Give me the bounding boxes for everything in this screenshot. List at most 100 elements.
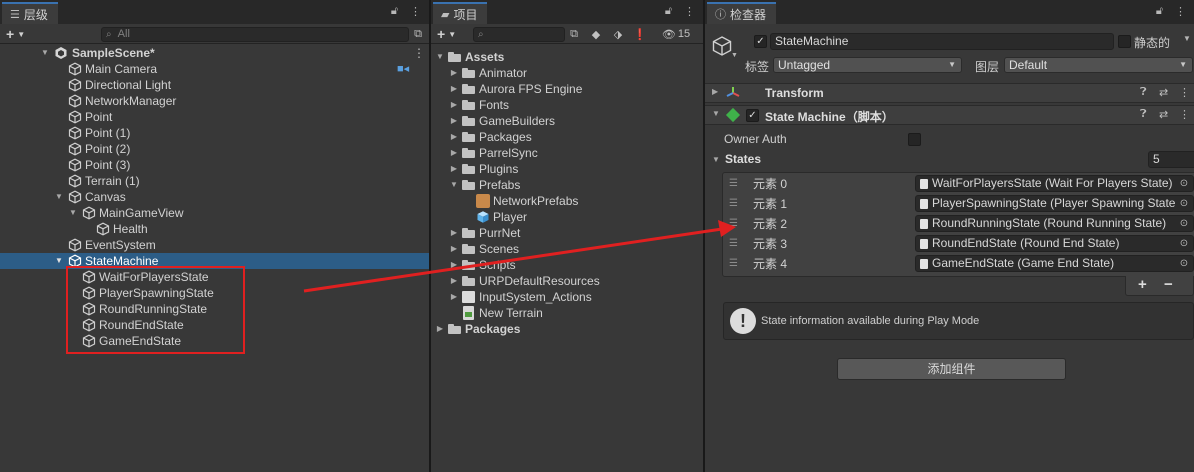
object-picker-icon[interactable]: ⊙	[1175, 196, 1193, 211]
hierarchy-item-main-game-view[interactable]: ▼ MainGameView	[0, 205, 429, 221]
hierarchy-item-main-camera[interactable]: Main Camera ■◂	[0, 61, 429, 77]
drag-handle-icon[interactable]: ☰	[729, 216, 738, 232]
more-menu-icon[interactable]: ⋮	[684, 5, 695, 18]
search-by-label-icon[interactable]: ◆	[588, 26, 604, 42]
tab-project[interactable]: ▰ 项目	[433, 2, 488, 24]
scene-more-icon[interactable]: ⋮	[413, 45, 425, 61]
more-menu-icon[interactable]: ⋮	[410, 5, 421, 18]
project-item-fonts[interactable]: ▶ Fonts	[431, 97, 703, 113]
layer-dropdown[interactable]: Default ▼	[1004, 57, 1193, 73]
expand-arrow-icon[interactable]: ▶	[449, 241, 459, 257]
expand-arrow-icon[interactable]: ▶	[712, 87, 718, 96]
fold-arrow-icon[interactable]: ▼	[712, 109, 720, 118]
drag-handle-icon[interactable]: ☰	[729, 176, 738, 192]
drag-handle-icon[interactable]: ☰	[729, 256, 738, 272]
expand-arrow-icon[interactable]: ▶	[449, 257, 459, 273]
hierarchy-item-point-2[interactable]: Point (2)	[0, 141, 429, 157]
add-component-button[interactable]: 添加组件	[837, 358, 1066, 380]
help-icon[interactable]: ❓︎	[1140, 108, 1147, 121]
fold-arrow-icon[interactable]: ▼	[54, 253, 64, 269]
fold-arrow-icon[interactable]: ▼	[40, 45, 50, 61]
tab-hierarchy[interactable]: ☰ 层级	[2, 2, 58, 24]
object-name-input[interactable]: StateMachine	[770, 33, 1114, 50]
expand-arrow-icon[interactable]: ▶	[449, 129, 459, 145]
hierarchy-item-point-1[interactable]: Point (1)	[0, 125, 429, 141]
hierarchy-item-canvas[interactable]: ▼ Canvas	[0, 189, 429, 205]
lock-icon[interactable]: 🔓︎	[1156, 5, 1163, 18]
tag-icon[interactable]: ⬗	[610, 26, 626, 42]
expand-arrow-icon[interactable]: ▶	[449, 113, 459, 129]
project-item-packages-folder[interactable]: ▶ Packages	[431, 129, 703, 145]
project-item-aurora-fps-engine[interactable]: ▶ Aurora FPS Engine	[431, 81, 703, 97]
project-item-plugins[interactable]: ▶ Plugins	[431, 161, 703, 177]
scene-row[interactable]: ▼ SampleScene* ⋮	[0, 45, 429, 61]
fold-arrow-icon[interactable]: ▼	[435, 49, 445, 65]
icon-dropdown-chevron-icon[interactable]: ▼	[731, 52, 738, 59]
help-icon[interactable]: ❓︎	[1140, 86, 1147, 99]
project-item-urpdefaultresources[interactable]: ▶ URPDefaultResources	[431, 273, 703, 289]
drag-handle-icon[interactable]: ☰	[729, 236, 738, 252]
object-picker-icon[interactable]: ⊙	[1175, 176, 1193, 191]
project-item-assets[interactable]: ▼ Assets	[431, 49, 703, 65]
transform-component-header[interactable]: ▶ Transform ❓︎ ⇄ ⋮	[705, 83, 1194, 103]
hierarchy-item-network-manager[interactable]: NetworkManager	[0, 93, 429, 109]
element-object-field[interactable]: PlayerSpawningState (Player Spawning Sta…	[915, 195, 1194, 212]
expand-arrow-icon[interactable]: ▶	[449, 161, 459, 177]
preset-icon[interactable]: ⇄	[1159, 86, 1168, 99]
project-item-scripts[interactable]: ▶ Scripts	[431, 257, 703, 273]
hierarchy-item-health[interactable]: Health	[0, 221, 429, 237]
hierarchy-item-terrain-1[interactable]: Terrain (1)	[0, 173, 429, 189]
element-object-field[interactable]: GameEndState (Game End State) ⊙	[915, 255, 1194, 272]
object-picker-icon[interactable]: ⊙	[1175, 216, 1193, 231]
remove-element-button[interactable]: −	[1164, 276, 1173, 293]
preset-icon[interactable]: ⇄	[1159, 108, 1168, 121]
expand-arrow-icon[interactable]: ▶	[449, 273, 459, 289]
hierarchy-item-event-system[interactable]: EventSystem	[0, 237, 429, 253]
project-item-parrelsync[interactable]: ▶ ParrelSync	[431, 145, 703, 161]
project-item-inputsystem-actions[interactable]: ▶ InputSystem_Actions	[431, 289, 703, 305]
create-asset-button[interactable]: + ▼	[437, 26, 456, 42]
lock-icon[interactable]: 🔓︎	[391, 5, 398, 18]
project-item-packages-root[interactable]: ▶ Packages	[431, 321, 703, 337]
component-enabled-checkbox[interactable]: ✓	[746, 109, 759, 122]
hidden-packages-toggle[interactable]: 👁︎ 15	[653, 26, 699, 42]
owner-auth-checkbox[interactable]	[908, 133, 921, 146]
expand-arrow-icon[interactable]: ▶	[449, 225, 459, 241]
project-item-player[interactable]: Player	[431, 209, 703, 225]
element-object-field[interactable]: RoundRunningState (Round Running State) …	[915, 215, 1194, 232]
project-item-new-terrain[interactable]: New Terrain	[431, 305, 703, 321]
scene-visibility-icon[interactable]: ⧉	[410, 26, 426, 42]
states-size-input[interactable]: 5	[1148, 151, 1194, 168]
hierarchy-search-input[interactable]: ⌕ All	[101, 27, 409, 42]
state-machine-component-header[interactable]: ▼ ✓ State Machine（脚本） ❓︎ ⇄ ⋮	[705, 105, 1194, 125]
search-by-type-icon[interactable]: ⧉	[566, 26, 582, 42]
static-checkbox[interactable]	[1118, 35, 1131, 48]
expand-arrow-icon[interactable]: ▶	[449, 145, 459, 161]
project-item-prefabs[interactable]: ▼ Prefabs	[431, 177, 703, 193]
hierarchy-item-point-3[interactable]: Point (3)	[0, 157, 429, 173]
component-menu-icon[interactable]: ⋮	[1179, 108, 1190, 121]
static-dropdown-chevron-icon[interactable]: ▼	[1183, 34, 1191, 43]
drag-handle-icon[interactable]: ☰	[729, 196, 738, 212]
info-icon[interactable]: ❗	[632, 26, 648, 42]
expand-arrow-icon[interactable]: ▶	[449, 81, 459, 97]
tag-dropdown[interactable]: Untagged ▼	[773, 57, 962, 73]
project-item-scenes[interactable]: ▶ Scenes	[431, 241, 703, 257]
project-item-purrnet[interactable]: ▶ PurrNet	[431, 225, 703, 241]
expand-arrow-icon[interactable]: ▶	[449, 65, 459, 81]
lock-icon[interactable]: 🔓︎	[665, 5, 672, 18]
project-search-input[interactable]: ⌕	[473, 27, 565, 42]
fold-arrow-icon[interactable]: ▼	[68, 205, 78, 221]
project-item-networkprefabs[interactable]: NetworkPrefabs	[431, 193, 703, 209]
create-button[interactable]: + ▼	[6, 26, 25, 42]
expand-arrow-icon[interactable]: ▶	[449, 289, 459, 305]
hierarchy-item-point[interactable]: Point	[0, 109, 429, 125]
component-menu-icon[interactable]: ⋮	[1179, 86, 1190, 99]
expand-arrow-icon[interactable]: ▶	[449, 97, 459, 113]
element-object-field[interactable]: RoundEndState (Round End State) ⊙	[915, 235, 1194, 252]
fold-arrow-icon[interactable]: ▼	[54, 189, 64, 205]
tab-inspector[interactable]: ⓘ 检查器	[707, 2, 777, 24]
active-checkbox[interactable]: ✓	[754, 35, 767, 48]
fold-arrow-icon[interactable]: ▼	[712, 155, 720, 164]
add-element-button[interactable]: +	[1138, 276, 1147, 293]
